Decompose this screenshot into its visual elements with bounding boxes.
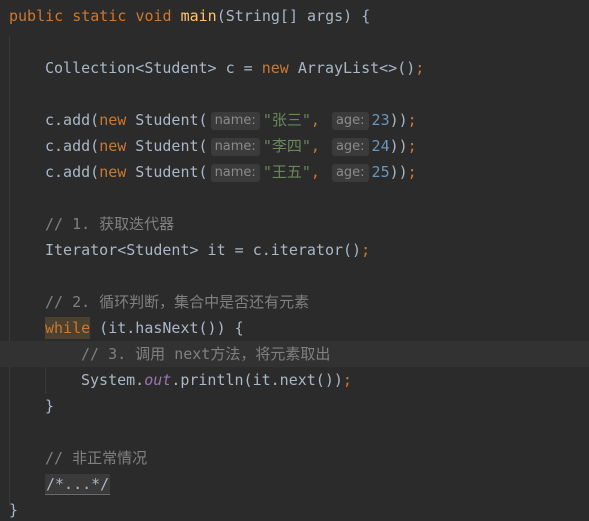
brace: } <box>45 397 55 415</box>
code-text: .println(it.next()) <box>171 371 343 389</box>
keyword-highlighted: while <box>45 317 91 339</box>
code-line-add[interactable]: c.add(new Student(name: "张三", age: 23)); <box>0 107 589 133</box>
code-line-close-brace[interactable]: } <box>0 393 589 419</box>
keyword: new <box>261 59 289 77</box>
parameter-hint: age: <box>331 138 369 156</box>
method-name: main <box>180 7 217 25</box>
comment: // 3. 调用 next方法，将元素取出 <box>81 345 331 363</box>
comment: // 非正常情况 <box>45 449 148 467</box>
semicolon: ; <box>415 59 425 77</box>
string-literal: "王五" <box>262 163 311 181</box>
code-line-comment[interactable]: // 1. 获取迭代器 <box>0 211 589 237</box>
code-line-add[interactable]: c.add(new Student(name: "王五", age: 25)); <box>0 159 589 185</box>
code-text: Student( <box>126 137 208 155</box>
semicolon: ; <box>361 241 371 259</box>
semicolon: ; <box>407 137 417 155</box>
parameter-hint: name: <box>210 138 260 156</box>
semicolon: ; <box>342 371 352 389</box>
keyword: new <box>99 137 127 155</box>
code-line-iterator[interactable]: Iterator<Student> it = c.iterator(); <box>0 237 589 263</box>
code-text: c.add( <box>45 163 100 181</box>
string-literal: "李四" <box>262 137 311 155</box>
code-line-close-brace[interactable]: } <box>0 497 589 521</box>
string-literal: "张三" <box>262 111 311 129</box>
parameter-hint: name: <box>210 164 260 182</box>
code-line-println[interactable]: System.out.println(it.next()); <box>0 367 589 393</box>
code-text: System. <box>81 371 145 389</box>
code-line-main-signature[interactable]: public static void main(String[] args) { <box>0 3 589 29</box>
semicolon: ; <box>407 111 417 129</box>
code-text: Collection<Student> c = <box>45 59 262 77</box>
comment: // 1. 获取迭代器 <box>45 215 175 233</box>
code-text: (String[] args) { <box>216 7 371 25</box>
comma: , <box>310 137 320 155</box>
code-text: c.add( <box>45 137 100 155</box>
code-text: Iterator<Student> it = c.iterator() <box>45 241 362 259</box>
parameter-hint: age: <box>331 112 369 130</box>
code-text: Student( <box>126 111 208 129</box>
code-text: c.add( <box>45 111 100 129</box>
code-text: )) <box>389 163 408 181</box>
code-line-current[interactable]: // 3. 调用 next方法，将元素取出 <box>0 341 589 367</box>
keyword: new <box>99 163 127 181</box>
code-text: Student( <box>126 163 208 181</box>
code-line-folded[interactable]: /*...*/ <box>0 471 589 497</box>
keyword: static <box>72 7 127 25</box>
number-literal: 25 <box>371 163 390 181</box>
semicolon: ; <box>407 163 417 181</box>
code-text: (it.hasNext()) { <box>90 319 244 337</box>
code-editor[interactable]: public static void main(String[] args) {… <box>0 0 589 521</box>
parameter-hint: name: <box>210 112 260 130</box>
code-line-add[interactable]: c.add(new Student(name: "李四", age: 24)); <box>0 133 589 159</box>
code-text: )) <box>389 111 408 129</box>
keyword: void <box>135 7 172 25</box>
code-line-comment[interactable]: // 非正常情况 <box>0 445 589 471</box>
code-text: ArrayList<>() <box>288 59 416 77</box>
folded-region[interactable]: /*...*/ <box>45 474 111 495</box>
code-line-while[interactable]: while (it.hasNext()) { <box>0 315 589 341</box>
brace: } <box>9 501 19 519</box>
code-line-collection-decl[interactable]: Collection<Student> c = new ArrayList<>(… <box>0 55 589 81</box>
code-text: )) <box>389 137 408 155</box>
comment: // 2. 循环判断，集合中是否还有元素 <box>45 293 310 311</box>
code-line-comment[interactable]: // 2. 循环判断，集合中是否还有元素 <box>0 289 589 315</box>
keyword: new <box>99 111 127 129</box>
comma: , <box>310 163 320 181</box>
parameter-hint: age: <box>331 164 369 182</box>
static-field: out <box>144 371 172 389</box>
keyword: public <box>9 7 64 25</box>
number-literal: 24 <box>371 137 390 155</box>
comma: , <box>310 111 320 129</box>
number-literal: 23 <box>371 111 390 129</box>
